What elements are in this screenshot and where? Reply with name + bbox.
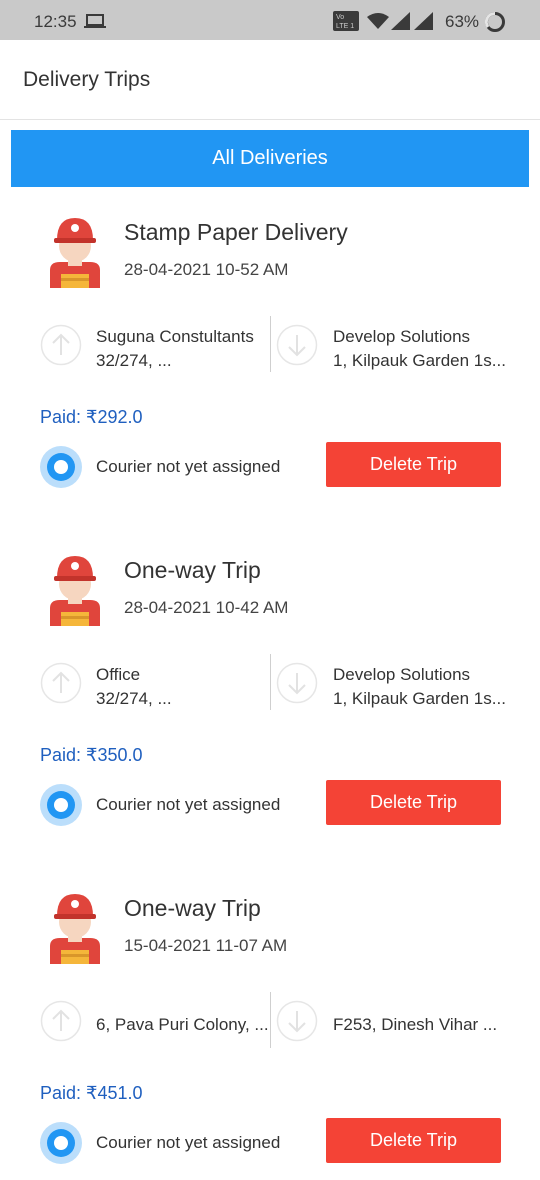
paid-amount: Paid: ₹451.0 (40, 1083, 143, 1103)
drop-arrow-down-icon (276, 662, 318, 704)
volte-top-text: Vo (336, 14, 344, 21)
pickup-address: 32/274, ... (96, 689, 172, 708)
address-divider (270, 316, 271, 372)
page-title: Delivery Trips (23, 68, 151, 91)
drop-name: Develop Solutions (333, 665, 471, 684)
app-bar: Delivery Trips (0, 40, 540, 120)
signal-icon (391, 12, 410, 30)
address-divider (270, 654, 271, 710)
pickup-arrow-up-icon (40, 324, 82, 366)
delete-trip-button[interactable]: Delete Trip (326, 442, 501, 487)
pickup-name: Suguna Constultants (96, 327, 254, 346)
courier-status: Courier not yet assigned (96, 795, 281, 814)
signal-icon (414, 12, 433, 30)
drop-address: 1, Kilpauk Garden 1s... (333, 689, 506, 708)
laptop-icon (84, 14, 106, 28)
address-divider (270, 992, 271, 1048)
delete-trip-button[interactable]: Delete Trip (326, 780, 501, 825)
courier-avatar-icon (50, 556, 100, 626)
paid-amount: Paid: ₹350.0 (40, 745, 143, 765)
drop-address: F253, Dinesh Vihar ... (333, 1015, 498, 1034)
status-indicator-icon (40, 446, 82, 488)
pickup-address: 6, Pava Puri Colony, ... (96, 1015, 269, 1034)
trip-datetime: 28-04-2021 10-52 AM (124, 260, 289, 279)
trip-title: One-way Trip (124, 557, 261, 583)
trip-title: One-way Trip (124, 895, 261, 921)
drop-arrow-down-icon (276, 1000, 318, 1042)
pickup-address: 32/274, ... (96, 351, 172, 370)
pickup-name: Office (96, 665, 141, 684)
drop-name: Develop Solutions (333, 327, 471, 346)
paid-amount: Paid: ₹292.0 (40, 407, 143, 427)
pickup-arrow-up-icon (40, 1000, 82, 1042)
delete-trip-button[interactable]: Delete Trip (326, 1118, 501, 1163)
battery-percent: 63% (445, 12, 480, 31)
status-bar: 12:35 Vo LTE 1 63% (0, 0, 540, 40)
trip-card[interactable]: One-way Trip 15-04-2021 11-07 AM 6, Pava… (0, 870, 540, 1180)
trip-title: Stamp Paper Delivery (124, 219, 348, 245)
courier-status: Courier not yet assigned (96, 457, 281, 476)
drop-arrow-down-icon (276, 324, 318, 366)
pickup-arrow-up-icon (40, 662, 82, 704)
tab-all-deliveries[interactable]: All Deliveries (11, 130, 529, 187)
volte-bottom-text: LTE 1 (336, 23, 354, 30)
status-time: 12:35 (34, 12, 77, 31)
trip-card[interactable]: One-way Trip 28-04-2021 10-42 AM Office … (0, 532, 540, 869)
trip-card[interactable]: Stamp Paper Delivery 28-04-2021 10-52 AM… (0, 194, 540, 531)
volte-icon: Vo LTE 1 (333, 11, 359, 31)
status-indicator-icon (40, 784, 82, 826)
courier-status: Courier not yet assigned (96, 1133, 281, 1152)
trip-datetime: 28-04-2021 10-42 AM (124, 598, 289, 617)
courier-avatar-icon (50, 218, 100, 288)
courier-avatar-icon (50, 894, 100, 964)
trip-datetime: 15-04-2021 11-07 AM (124, 936, 288, 955)
wifi-icon (367, 13, 389, 29)
status-indicator-icon (40, 1122, 82, 1164)
battery-icon (484, 11, 505, 32)
drop-address: 1, Kilpauk Garden 1s... (333, 351, 506, 370)
